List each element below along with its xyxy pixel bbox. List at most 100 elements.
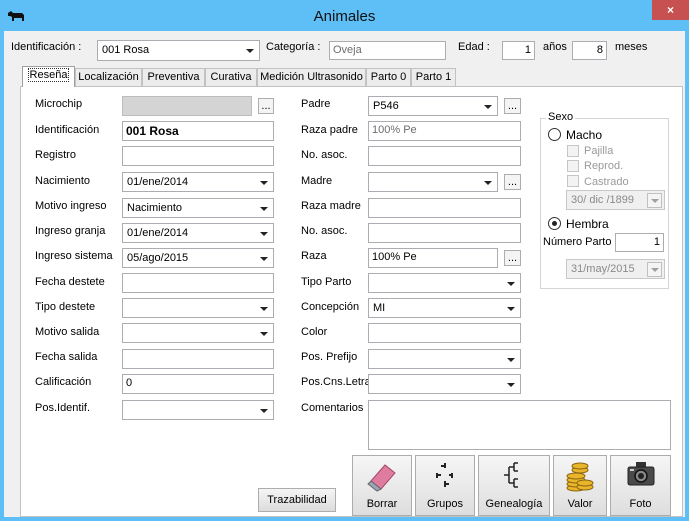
raza-field[interactable]: 100% Pe (368, 248, 498, 268)
padre-label: Padre (301, 98, 331, 110)
nacimiento-date-picker[interactable]: 01/ene/2014 (122, 172, 274, 192)
calificacion-field[interactable]: 0 (122, 374, 274, 394)
valor-button[interactable]: Valor (553, 455, 607, 516)
castrado-label: Castrado (584, 176, 629, 188)
chevron-down-icon (484, 105, 492, 109)
concepcion-value: MI (373, 302, 386, 314)
fecha-destete-field[interactable] (122, 273, 274, 293)
tab-curativa[interactable]: Curativa (205, 68, 257, 86)
foto-button[interactable]: Foto (610, 455, 671, 516)
raza-ellipsis-button[interactable]: ... (504, 250, 521, 266)
identification-label: Identificación : (11, 41, 82, 53)
eraser-icon (367, 464, 396, 492)
tipo-destete-select[interactable] (122, 298, 274, 318)
chevron-down-icon (260, 232, 268, 236)
tab-localizacion[interactable]: Localización (75, 68, 142, 86)
tab-medicion-ultrasonido[interactable]: Medición Ultrasonido (257, 68, 366, 86)
ingreso-sistema-value: 05/ago/2015 (127, 252, 189, 264)
chevron-down-icon (647, 193, 662, 208)
pos-identif-select[interactable] (122, 400, 274, 420)
tab-parto-1[interactable]: Parto 1 (411, 68, 456, 86)
castrado-checkbox (567, 175, 579, 187)
padre-select[interactable]: P546 (368, 96, 498, 116)
chevron-down-icon (246, 49, 254, 53)
ingreso-sistema-date-picker[interactable]: 05/ago/2015 (122, 248, 274, 268)
identificacion-label: Identificación (35, 124, 100, 136)
raza-madre-field[interactable] (368, 198, 521, 218)
fecha-salida-label: Fecha salida (35, 351, 98, 363)
no-asoc-madre-field[interactable] (368, 223, 521, 243)
color-field[interactable] (368, 323, 521, 343)
chevron-down-icon (507, 282, 515, 286)
fecha-destete-label: Fecha destete (35, 276, 105, 288)
pajilla-label: Pajilla (584, 145, 614, 157)
genealogia-label: Genealogía (485, 498, 543, 510)
tab-preventiva[interactable]: Preventiva (142, 68, 205, 86)
groups-icon (436, 463, 453, 487)
raza-padre-field[interactable]: 100% Pe (368, 121, 521, 141)
age-months-field[interactable]: 8 (572, 41, 607, 60)
identification-select[interactable]: 001 Rosa (97, 40, 260, 61)
parto-date-value: 31/may/2015 (571, 263, 635, 275)
chevron-down-icon (507, 307, 515, 311)
tipo-parto-select[interactable] (368, 273, 521, 293)
chevron-down-icon (260, 332, 268, 336)
coins-icon (566, 462, 594, 492)
macho-radio[interactable] (548, 128, 561, 141)
motivo-salida-select[interactable] (122, 323, 274, 343)
madre-select[interactable] (368, 172, 498, 192)
concepcion-select[interactable]: MI (368, 298, 521, 318)
chevron-down-icon (260, 409, 268, 413)
borrar-label: Borrar (366, 498, 398, 510)
microchip-ellipsis-button[interactable]: ... (258, 98, 274, 114)
category-field[interactable]: Oveja (329, 41, 446, 60)
numero-parto-label: Número Parto (543, 236, 612, 248)
madre-label: Madre (301, 175, 333, 187)
motivo-ingreso-label: Motivo ingreso (35, 200, 107, 212)
microchip-label: Microchip (35, 98, 83, 110)
fecha-salida-field[interactable] (122, 349, 274, 369)
castrado-date-picker: 30/ dic /1899 (566, 190, 665, 210)
chevron-down-icon (507, 358, 515, 362)
no-asoc-madre-label: No. asoc. (301, 225, 348, 237)
chevron-down-icon (507, 383, 515, 387)
pos-prefijo-select[interactable] (368, 349, 521, 369)
borrar-button[interactable]: Borrar (352, 455, 412, 516)
raza-padre-label: Raza padre (301, 124, 358, 136)
tab-resena[interactable]: Reseña (22, 66, 75, 87)
close-button[interactable]: × (652, 0, 689, 20)
tab-parto-0[interactable]: Parto 0 (366, 68, 411, 86)
trazabilidad-button[interactable]: Trazabilidad (258, 488, 336, 512)
chevron-down-icon (260, 307, 268, 311)
identificacion-field[interactable]: 001 Rosa (122, 121, 274, 141)
chevron-down-icon (260, 207, 268, 211)
castrado-date-value: 30/ dic /1899 (571, 194, 634, 206)
motivo-ingreso-select[interactable]: Nacimiento (122, 198, 274, 218)
genealogia-button[interactable]: Genealogía (478, 455, 550, 516)
pos-cns-letra-select[interactable] (368, 374, 521, 394)
ingreso-granja-date-picker[interactable]: 01/ene/2014 (122, 223, 274, 243)
registro-field[interactable] (122, 146, 274, 166)
age-years-field[interactable]: 1 (502, 41, 535, 60)
calificacion-label: Calificación (35, 376, 92, 388)
grupos-button[interactable]: Grupos (415, 455, 475, 516)
tipo-parto-label: Tipo Parto (301, 276, 352, 288)
valor-label: Valor (567, 498, 593, 510)
chevron-down-icon (647, 262, 662, 277)
madre-ellipsis-button[interactable]: ... (504, 174, 521, 190)
hembra-label: Hembra (566, 217, 609, 231)
macho-label: Macho (566, 128, 603, 142)
padre-ellipsis-button[interactable]: ... (504, 98, 521, 114)
comentarios-textarea[interactable] (368, 400, 671, 450)
category-label: Categoría : (266, 41, 321, 53)
camera-icon (627, 462, 654, 486)
numero-parto-field[interactable]: 1 (615, 233, 664, 252)
hembra-radio[interactable] (548, 217, 561, 230)
ingreso-sistema-label: Ingreso sistema (35, 250, 113, 262)
chevron-down-icon (260, 181, 268, 185)
no-asoc-label: No. asoc. (301, 149, 348, 161)
sexo-group-title: Sexo (546, 111, 576, 123)
padre-value: P546 (373, 100, 399, 112)
identification-value: 001 Rosa (102, 44, 150, 56)
no-asoc-padre-field[interactable] (368, 146, 521, 166)
